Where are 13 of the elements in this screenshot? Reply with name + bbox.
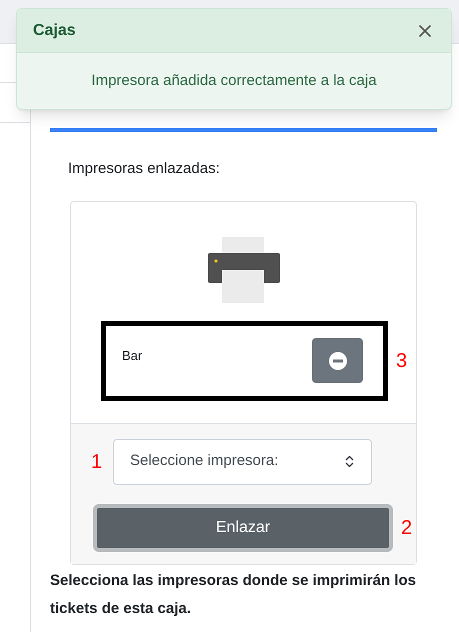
printer-select[interactable]: Seleccione impresora: (113, 438, 372, 484)
annotation-number: 3 (396, 348, 408, 374)
toast-message: Impresora añadida correctamente a la caja (91, 70, 377, 91)
printer-icon (208, 236, 280, 302)
printer-name: Bar (122, 346, 142, 365)
annotation-number: 1 (91, 450, 104, 474)
minus-circle-icon (328, 352, 346, 370)
annotation-number: 2 (401, 516, 412, 540)
section-heading: Impresoras enlazadas: (68, 159, 221, 179)
link-button[interactable]: Enlazar (93, 504, 393, 552)
toast-title: Cajas (33, 20, 76, 40)
remove-button[interactable] (312, 338, 363, 383)
help-text: Selecciona las impresoras donde se imprimirán los tickets de esta caja. (50, 570, 417, 618)
